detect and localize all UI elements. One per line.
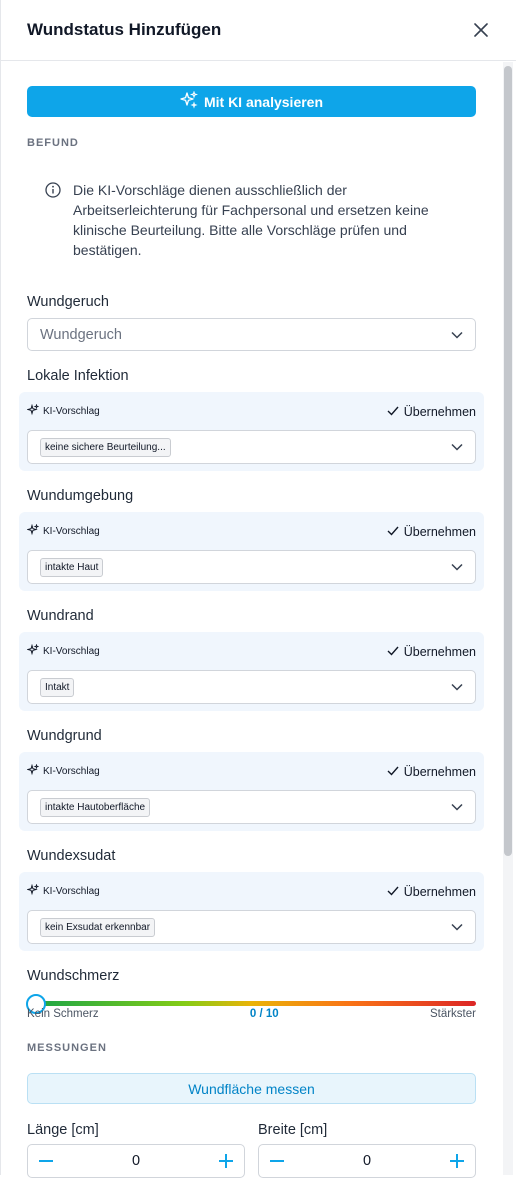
ai-tag-label: KI-Vorschlag (43, 766, 100, 777)
ai-field-label: Lokale Infektion (27, 368, 129, 384)
wound-status-dialog: Wundstatus Hinzufügen Mit KI analysieren… (0, 0, 516, 1178)
ai-field-select[interactable]: Intakt (27, 670, 476, 704)
sparkles-icon (180, 90, 199, 112)
sparkles-icon (26, 403, 40, 419)
ai-field-select[interactable]: intakte Hautoberfläche (27, 790, 476, 824)
check-icon (387, 765, 399, 779)
ai-suggestion-box: KI-Vorschlag Übernehmen Intakt (19, 632, 484, 711)
pain-min-label: Kein Schmerz (27, 1008, 99, 1020)
apply-label: Übernehmen (403, 524, 476, 539)
wundgeruch-placeholder: Wundgeruch (40, 326, 122, 343)
ai-field-select[interactable]: intakte Haut (27, 550, 476, 584)
apply-suggestion-button[interactable]: Übernehmen (387, 885, 476, 899)
ai-tag-label: KI-Vorschlag (43, 526, 100, 537)
pain-max-label: Stärkster (429, 1008, 476, 1020)
ai-suggestion-header: KI-Vorschlag Übernehmen (26, 523, 476, 539)
pain-slider-track[interactable] (27, 1001, 476, 1006)
breite-stepper: 0 (258, 1144, 476, 1178)
apply-label: Übernehmen (403, 764, 476, 779)
dialog-title: Wundstatus Hinzufügen (27, 20, 222, 39)
laenge-label: Länge [cm] (27, 1122, 99, 1138)
ai-notice: Die KI-Vorschläge dienen ausschließlich … (27, 180, 476, 260)
section-befund: BEFUND (27, 137, 79, 149)
apply-suggestion-button[interactable]: Übernehmen (387, 645, 476, 659)
laenge-value[interactable]: 0 (132, 1153, 140, 1169)
chevron-down-icon (451, 558, 463, 576)
ai-tag-label: KI-Vorschlag (43, 646, 100, 657)
section-messungen: MESSUNGEN (27, 1042, 107, 1054)
ai-tag-label: KI-Vorschlag (43, 886, 100, 897)
minus-icon[interactable] (265, 1149, 289, 1173)
ai-suggestion-header: KI-Vorschlag Übernehmen (26, 403, 476, 419)
selected-value-chip: intakte Haut (40, 557, 104, 577)
pain-value-label: 0 / 10 (249, 1008, 279, 1020)
sparkles-icon (26, 523, 40, 539)
breite-value[interactable]: 0 (363, 1153, 371, 1169)
chevron-down-icon (451, 326, 463, 344)
plus-icon[interactable] (445, 1149, 469, 1173)
chevron-down-icon (451, 678, 463, 696)
apply-suggestion-button[interactable]: Übernehmen (387, 405, 476, 419)
analyze-button-label: Mit KI analysieren (203, 93, 324, 110)
wundgeruch-select[interactable]: Wundgeruch (27, 318, 476, 351)
wundgeruch-label: Wundgeruch (27, 294, 109, 310)
chevron-down-icon (451, 918, 463, 936)
ai-suggestion-tag: KI-Vorschlag (26, 403, 100, 419)
apply-suggestion-button[interactable]: Übernehmen (387, 525, 476, 539)
scrollbar-thumb[interactable] (504, 66, 512, 856)
selected-value-chip: intakte Hautoberfläche (40, 797, 151, 817)
ai-suggestion-header: KI-Vorschlag Übernehmen (26, 643, 476, 659)
ai-suggestion-tag: KI-Vorschlag (26, 883, 100, 899)
selected-value-chip: keine sichere Beurteilung... (40, 437, 171, 457)
ai-suggestion-box: KI-Vorschlag Übernehmen keine sichere Beur… (19, 392, 484, 471)
ai-suggestion-header: KI-Vorschlag Übernehmen (26, 763, 476, 779)
apply-label: Übernehmen (403, 404, 476, 419)
plus-icon[interactable] (214, 1149, 238, 1173)
ai-tag-label: KI-Vorschlag (43, 406, 100, 417)
laenge-stepper: 0 (27, 1144, 245, 1178)
ai-suggestion-box: KI-Vorschlag Übernehmen kein Exsudat erken… (19, 872, 484, 951)
sparkles-icon (26, 883, 40, 899)
pain-slider-labels: Kein Schmerz 0 / 10 Stärkster (27, 1008, 476, 1020)
sparkles-icon (26, 643, 40, 659)
close-icon[interactable] (470, 19, 492, 41)
apply-suggestion-button[interactable]: Übernehmen (387, 765, 476, 779)
notice-text: Die KI-Vorschläge dienen ausschließlich … (73, 182, 429, 258)
ai-field-label: Wundgrund (27, 728, 102, 744)
ai-suggestion-tag: KI-Vorschlag (26, 523, 100, 539)
ai-suggestion-box: KI-Vorschlag Übernehmen intakte Hautoberfl… (19, 752, 484, 831)
ai-field-select[interactable]: kein Exsudat erkennbar (27, 910, 476, 944)
selected-value-chip: kein Exsudat erkennbar (40, 917, 156, 937)
check-icon (387, 885, 399, 899)
analyze-with-ai-button[interactable]: Mit KI analysieren (27, 86, 476, 117)
ai-field-label: Wundumgebung (27, 488, 134, 504)
chevron-down-icon (451, 798, 463, 816)
ai-suggestion-tag: KI-Vorschlag (26, 763, 100, 779)
dialog-header: Wundstatus Hinzufügen (1, 0, 516, 61)
info-icon (45, 182, 61, 260)
check-icon (387, 525, 399, 539)
check-icon (387, 405, 399, 419)
breite-label: Breite [cm] (258, 1122, 328, 1138)
ai-suggestion-box: KI-Vorschlag Übernehmen intakte Haut (19, 512, 484, 591)
sparkles-icon (26, 763, 40, 779)
chevron-down-icon (451, 438, 463, 456)
minus-icon[interactable] (34, 1149, 58, 1173)
selected-value-chip: Intakt (40, 677, 75, 697)
ai-field-label: Wundrand (27, 608, 94, 624)
ai-field-label: Wundexsudat (27, 848, 116, 864)
wundschmerz-label: Wundschmerz (27, 968, 120, 984)
ai-suggestion-tag: KI-Vorschlag (26, 643, 100, 659)
ai-field-select[interactable]: keine sichere Beurteilung... (27, 430, 476, 464)
ai-suggestion-header: KI-Vorschlag Übernehmen (26, 883, 476, 899)
measure-wound-area-button[interactable]: Wundfläche messen (27, 1073, 476, 1104)
apply-label: Übernehmen (403, 644, 476, 659)
apply-label: Übernehmen (403, 884, 476, 899)
check-icon (387, 645, 399, 659)
